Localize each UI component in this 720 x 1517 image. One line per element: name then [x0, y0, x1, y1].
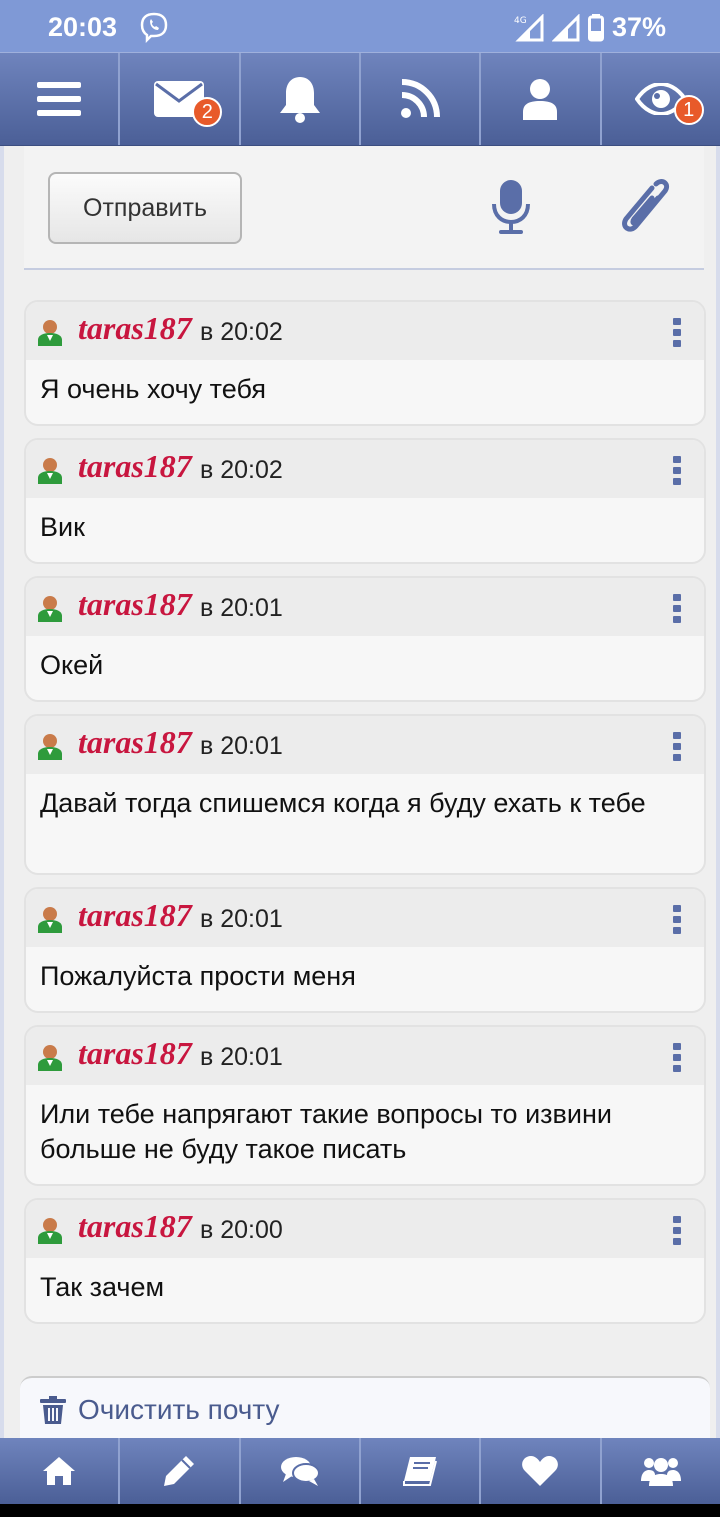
message-time: в 20:02	[200, 456, 283, 484]
nav-notifications[interactable]	[241, 53, 361, 145]
message-time: в 20:01	[200, 594, 283, 622]
message-header: taras187 в 20:02	[26, 440, 704, 498]
user-avatar-icon	[38, 596, 62, 622]
chat-icon	[280, 1457, 320, 1486]
signal-icon: 4G	[514, 13, 544, 41]
message-header: taras187 в 20:02	[26, 302, 704, 360]
nav-profile[interactable]	[481, 53, 602, 145]
nav-guests[interactable]: 1	[602, 53, 720, 145]
message-username[interactable]: taras187	[78, 310, 192, 347]
nav-friends[interactable]	[602, 1438, 720, 1504]
message-item: taras187 в 20:00 Так зачем	[24, 1198, 706, 1324]
message-time: в 20:01	[200, 1043, 283, 1071]
status-time: 20:03	[48, 12, 118, 42]
user-avatar-icon	[38, 734, 62, 760]
message-header: taras187 в 20:00	[26, 1200, 704, 1258]
message-text: Пожалуйста прости меня	[40, 961, 356, 991]
more-vertical-icon[interactable]	[672, 1216, 682, 1246]
top-navigation: 2 1	[0, 52, 720, 146]
message-username[interactable]: taras187	[78, 724, 192, 761]
message-composer: Отправить	[24, 146, 704, 270]
message-time: в 20:01	[200, 732, 283, 760]
status-indicators: 4G 37%	[514, 12, 666, 43]
guests-badge: 1	[673, 95, 704, 125]
home-icon	[43, 1457, 76, 1485]
message-item: taras187 в 20:01 Давай тогда спишемся ко…	[24, 714, 706, 875]
message-username[interactable]: taras187	[78, 448, 192, 485]
pencil-icon	[164, 1456, 195, 1486]
bottom-navigation	[0, 1438, 720, 1504]
more-vertical-icon[interactable]	[672, 732, 682, 762]
message-text: Или тебе напрягают такие вопросы то изви…	[40, 1099, 612, 1164]
message-time: в 20:00	[200, 1216, 283, 1244]
user-avatar-icon	[38, 1045, 62, 1071]
viber-icon	[140, 12, 168, 43]
rss-icon	[401, 79, 441, 118]
user-avatar-icon	[38, 320, 62, 346]
nav-favorites[interactable]	[481, 1438, 602, 1504]
message-username[interactable]: taras187	[78, 1208, 192, 1245]
message-header: taras187 в 20:01	[26, 578, 704, 636]
trash-icon	[40, 1396, 66, 1424]
signal-icon	[551, 13, 580, 41]
nav-home[interactable]	[0, 1438, 121, 1504]
nav-chat[interactable]	[241, 1438, 361, 1504]
paperclip-icon[interactable]	[616, 178, 672, 238]
message-text: Вик	[40, 512, 85, 542]
user-avatar-icon	[38, 1218, 62, 1244]
heart-icon	[522, 1456, 559, 1486]
nav-write[interactable]	[120, 1438, 241, 1504]
book-icon	[403, 1457, 438, 1486]
svg-text:4G: 4G	[514, 16, 527, 26]
battery-percent: 37%	[611, 12, 666, 42]
message-header: taras187 в 20:01	[26, 889, 704, 947]
message-item: taras187 в 20:02 Я очень хочу тебя	[24, 300, 706, 426]
user-avatar-icon	[38, 458, 62, 484]
nav-mail[interactable]: 2	[120, 53, 241, 145]
message-item: taras187 в 20:02 Вик	[24, 438, 706, 564]
message-text: Окей	[40, 650, 104, 680]
user-avatar-icon	[38, 907, 62, 933]
nav-diary[interactable]	[361, 1438, 482, 1504]
more-vertical-icon[interactable]	[672, 594, 682, 624]
more-vertical-icon[interactable]	[672, 905, 682, 935]
nav-menu[interactable]	[0, 53, 121, 145]
status-bar: 20:03 4G 37%	[0, 0, 720, 52]
message-username[interactable]: taras187	[78, 586, 192, 623]
clear-mail-label: Очистить почту	[78, 1394, 280, 1425]
message-header: taras187 в 20:01	[26, 1027, 704, 1085]
message-time: в 20:01	[200, 905, 283, 933]
message-username[interactable]: taras187	[78, 897, 192, 934]
clear-mail-button[interactable]: Очистить почту	[20, 1376, 710, 1438]
more-vertical-icon[interactable]	[672, 318, 682, 348]
message-text: Я очень хочу тебя	[40, 374, 266, 404]
chat-content: Отправить taras187 в 20:02 Я очень хочу …	[0, 146, 720, 1438]
mail-badge: 2	[192, 97, 223, 127]
users-icon	[640, 1458, 681, 1486]
more-vertical-icon[interactable]	[672, 1043, 682, 1073]
send-button[interactable]: Отправить	[48, 172, 242, 244]
menu-icon	[37, 82, 82, 116]
battery-icon	[587, 13, 604, 41]
more-vertical-icon[interactable]	[672, 456, 682, 486]
user-icon	[523, 79, 558, 120]
bell-icon	[279, 77, 320, 123]
message-item: taras187 в 20:01 Пожалуйста прости меня	[24, 887, 706, 1013]
microphone-icon[interactable]	[490, 178, 532, 236]
message-header: taras187 в 20:01	[26, 716, 704, 774]
nav-feed[interactable]	[361, 53, 482, 145]
system-navigation-bar	[0, 1504, 720, 1517]
message-time: в 20:02	[200, 318, 283, 346]
message-item: taras187 в 20:01 Окей	[24, 576, 706, 702]
message-username[interactable]: taras187	[78, 1035, 192, 1072]
message-text: Давай тогда спишемся когда я буду ехать …	[40, 788, 646, 818]
message-item: taras187 в 20:01 Или тебе напрягают таки…	[24, 1025, 706, 1186]
message-text: Так зачем	[40, 1272, 165, 1302]
